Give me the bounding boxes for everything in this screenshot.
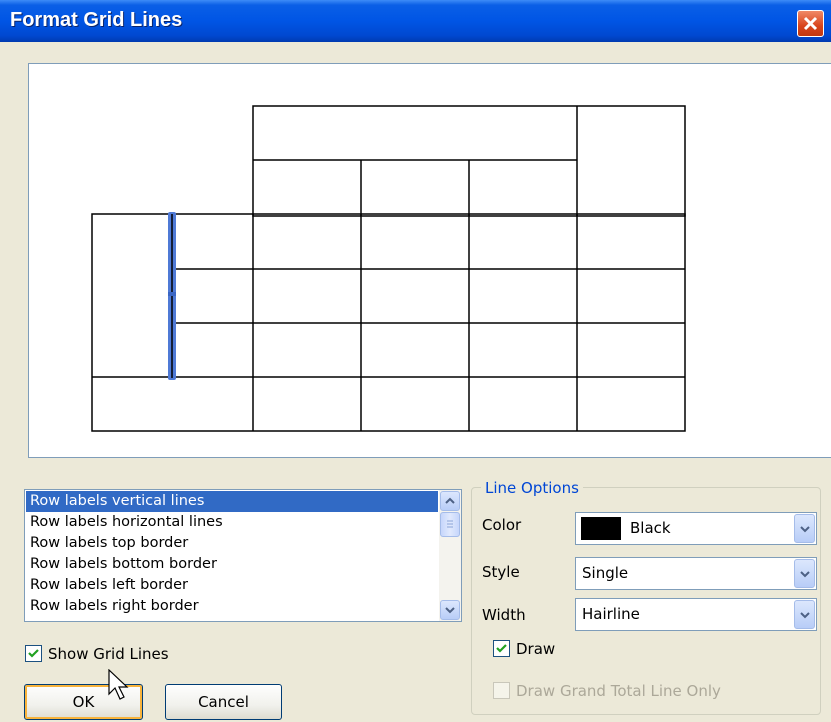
line-options-title: Line Options bbox=[481, 479, 583, 497]
chevron-down-icon bbox=[800, 526, 810, 533]
color-dropdown-arrow[interactable] bbox=[794, 514, 815, 543]
width-label: Width bbox=[482, 606, 526, 624]
scroll-down-button[interactable] bbox=[440, 600, 460, 620]
color-dropdown[interactable]: Black bbox=[575, 512, 817, 545]
draw-label: Draw bbox=[516, 640, 556, 658]
list-item[interactable]: Row labels horizontal lines bbox=[26, 512, 438, 533]
style-dropdown-arrow[interactable] bbox=[794, 559, 815, 588]
chevron-up-icon bbox=[445, 497, 455, 504]
mouse-cursor-icon bbox=[108, 669, 129, 700]
grid-preview-diagram bbox=[91, 105, 686, 432]
show-grid-lines-label: Show Grid Lines bbox=[48, 645, 169, 663]
style-value: Single bbox=[582, 564, 629, 582]
chevron-down-icon bbox=[800, 612, 810, 619]
close-icon bbox=[803, 16, 818, 31]
scroll-thumb[interactable] bbox=[440, 512, 460, 537]
list-item[interactable]: Row labels vertical lines bbox=[26, 491, 438, 512]
close-button[interactable] bbox=[797, 10, 824, 37]
cancel-button-label: Cancel bbox=[198, 693, 249, 711]
show-grid-lines-checkbox[interactable] bbox=[25, 645, 42, 662]
chevron-down-icon bbox=[800, 571, 810, 578]
list-item[interactable]: Row labels right border bbox=[26, 596, 438, 617]
grid-line-list[interactable]: Row labels vertical lines Row labels hor… bbox=[24, 489, 462, 622]
width-dropdown[interactable]: Hairline bbox=[575, 598, 817, 631]
cancel-button[interactable]: Cancel bbox=[165, 684, 282, 720]
color-swatch bbox=[581, 517, 621, 540]
window-title: Format Grid Lines bbox=[10, 9, 183, 31]
checkmark-icon bbox=[28, 649, 39, 658]
grip-icon bbox=[447, 520, 453, 528]
draw-grand-total-label: Draw Grand Total Line Only bbox=[516, 682, 721, 700]
width-value: Hairline bbox=[582, 605, 640, 623]
list-item[interactable]: Row labels bottom border bbox=[26, 554, 438, 575]
draw-grand-total-checkbox[interactable] bbox=[493, 682, 510, 699]
list-item[interactable]: Row labels top border bbox=[26, 533, 438, 554]
color-value: Black bbox=[630, 519, 671, 537]
grid-preview[interactable] bbox=[28, 63, 831, 458]
list-item[interactable]: Row labels left border bbox=[26, 575, 438, 596]
style-label: Style bbox=[482, 563, 520, 581]
style-dropdown[interactable]: Single bbox=[575, 557, 817, 590]
chevron-down-icon bbox=[445, 607, 455, 614]
color-label: Color bbox=[482, 516, 522, 534]
title-bar: Format Grid Lines bbox=[0, 0, 831, 42]
ok-button-label: OK bbox=[72, 693, 95, 711]
scroll-up-button[interactable] bbox=[440, 491, 460, 511]
row-labels-vertical-line-selected bbox=[168, 212, 176, 380]
checkmark-icon bbox=[496, 644, 507, 653]
draw-checkbox[interactable] bbox=[493, 640, 510, 657]
list-scrollbar[interactable] bbox=[439, 490, 461, 621]
width-dropdown-arrow[interactable] bbox=[794, 600, 815, 629]
